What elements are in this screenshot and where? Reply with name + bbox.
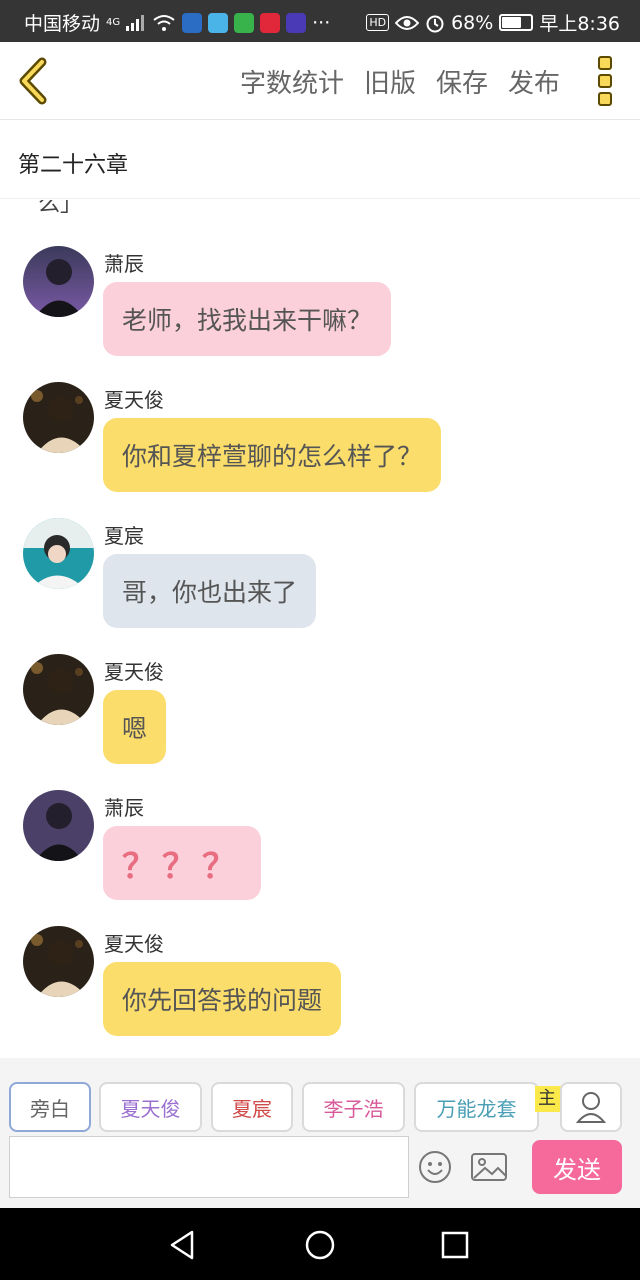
sender-name: 夏宸 [104, 524, 144, 548]
signal-icon [126, 14, 145, 31]
character-chip-label: 万能龙套 [436, 1096, 517, 1121]
battery-icon [499, 14, 534, 31]
network-label: 4G [106, 17, 121, 28]
eye-icon [395, 15, 420, 30]
message-bubble[interactable]: 哥，你也出来了 [103, 554, 317, 628]
message-text: 哥，你也出来了 [122, 578, 298, 607]
message-bubble[interactable]: 你和夏梓萱聊的怎么样了？ [103, 418, 442, 492]
nav-back-icon[interactable] [166, 1228, 200, 1262]
message-text: 嗯 [122, 714, 148, 743]
message-text: ？？？ [122, 846, 242, 887]
character-chip-narrator[interactable]: 旁白 [9, 1082, 91, 1132]
partial-message-text: 么」 [38, 200, 83, 217]
battery-fill [502, 17, 522, 28]
old-version-button[interactable]: 旧版 [364, 63, 416, 100]
nav-home-icon[interactable] [303, 1228, 337, 1262]
carrier-label: 中国移动 [24, 13, 101, 35]
character-chip-extras[interactable]: 万能龙套 [414, 1082, 539, 1132]
message-list[interactable]: 么」 萧辰 老师，找我出来干嘛？ 夏天俊 你和夏梓萱聊的怎么样了？ 夏宸 哥，你… [0, 200, 640, 1058]
message-bubble[interactable]: 你先回答我的问题 [103, 962, 342, 1036]
status-left: 中国移动 4G ··· [24, 9, 330, 36]
sender-name: 夏天俊 [104, 388, 164, 412]
toolbar-actions: 字数统计 旧版 保存 发布 [240, 42, 560, 120]
battery-percent: 68% [451, 11, 494, 34]
character-chip-label: 夏宸 [232, 1096, 272, 1121]
message-item: 夏天俊 嗯 [0, 654, 640, 774]
role-tag: 主 [535, 1086, 561, 1112]
nav-recents-icon[interactable] [438, 1228, 472, 1262]
sender-name: 萧辰 [104, 252, 144, 276]
alarm-icon [426, 15, 444, 32]
chapter-header[interactable]: 第二十六章 [0, 121, 640, 199]
message-bubble[interactable]: 老师，找我出来干嘛？ [103, 282, 392, 356]
composer-panel: 旁白 夏天俊 夏宸 李子浩 万能龙套 主 发送 [0, 1058, 640, 1208]
send-button[interactable]: 发送 [532, 1140, 622, 1194]
message-bubble[interactable]: 嗯 [103, 690, 167, 764]
message-input[interactable] [9, 1136, 409, 1198]
message-text: 你和夏梓萱聊的怎么样了？ [122, 442, 423, 471]
emoji-icon[interactable] [418, 1150, 452, 1184]
person-icon[interactable] [560, 1082, 622, 1132]
avatar-xiatianjun[interactable] [23, 654, 94, 725]
top-toolbar: 字数统计 旧版 保存 发布 [0, 42, 640, 120]
sender-name: 夏天俊 [104, 660, 164, 684]
avatar-xiatianjun[interactable] [23, 926, 94, 997]
avatar-xiaochen[interactable] [23, 246, 94, 317]
character-chip-xiachen[interactable]: 夏宸 [211, 1082, 293, 1132]
shield-app-icon [182, 12, 203, 33]
message-item: 夏天俊 你先回答我的问题 [0, 926, 640, 1046]
message-item: 萧辰 老师，找我出来干嘛？ [0, 246, 640, 366]
chapter-title: 第二十六章 [18, 153, 129, 178]
message-text: 老师，找我出来干嘛？ [122, 306, 373, 335]
image-icon[interactable] [470, 1150, 508, 1184]
clock: 早上8:36 [539, 13, 620, 35]
publish-button[interactable]: 发布 [508, 63, 560, 100]
message-bubble[interactable]: ？？？ [103, 826, 261, 900]
hd-icon: HD [366, 14, 390, 31]
video-app-icon [234, 12, 255, 33]
send-button-label: 发送 [553, 1155, 601, 1184]
shopping-app-icon [260, 12, 281, 33]
system-nav-bar [0, 1208, 640, 1280]
character-chip-lizihao[interactable]: 李子浩 [302, 1082, 405, 1132]
more-notifications-icon: ··· [312, 11, 331, 34]
back-chevron-icon[interactable] [14, 56, 54, 106]
sender-name: 夏天俊 [104, 932, 164, 956]
word-count-button[interactable]: 字数统计 [240, 63, 344, 100]
character-chip-label: 李子浩 [323, 1096, 384, 1121]
reading-app-icon [286, 12, 307, 33]
message-item: 夏宸 哥，你也出来了 [0, 518, 640, 638]
more-menu-icon[interactable] [598, 56, 614, 106]
message-item: 夏天俊 你和夏梓萱聊的怎么样了？ [0, 382, 640, 502]
status-bar: 中国移动 4G ··· HD 68% 早上8:36 [0, 0, 640, 42]
sender-name: 萧辰 [104, 796, 144, 820]
character-chip-label: 旁白 [30, 1096, 70, 1121]
wifi-icon [153, 14, 175, 31]
avatar-xiatianjun[interactable] [23, 382, 94, 453]
save-button[interactable]: 保存 [436, 63, 488, 100]
character-chip-xiatianjun[interactable]: 夏天俊 [99, 1082, 202, 1132]
message-item: 萧辰 ？？？ [0, 790, 640, 910]
status-right: HD 68% 早上8:36 [366, 9, 620, 36]
avatar-xiaochen[interactable] [23, 790, 94, 861]
browser-app-icon [208, 12, 229, 33]
avatar-xiachen[interactable] [23, 518, 94, 589]
message-text: 你先回答我的问题 [122, 986, 323, 1015]
character-chip-label: 夏天俊 [120, 1096, 181, 1121]
